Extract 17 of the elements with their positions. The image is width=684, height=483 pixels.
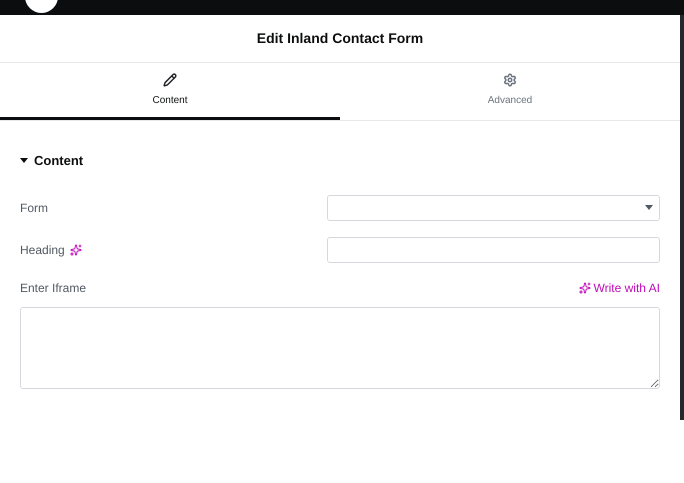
form-select[interactable] xyxy=(327,194,660,220)
settings-icon xyxy=(503,72,517,86)
sparkle-icon xyxy=(578,282,591,294)
pencil-icon xyxy=(163,72,177,86)
section-toggle[interactable]: Content xyxy=(20,151,84,170)
field-label: Form xyxy=(20,200,48,216)
caret-icon xyxy=(20,158,28,164)
tab[interactable]: Content xyxy=(0,63,340,120)
panel-title: Edit Inland Contact Form xyxy=(256,29,424,48)
dropdown-caret-icon xyxy=(645,205,653,210)
iframe-textarea[interactable] xyxy=(20,306,660,388)
sparkle-icon[interactable] xyxy=(70,244,82,256)
heading-input[interactable] xyxy=(327,236,660,262)
tab[interactable]: Advanced xyxy=(340,63,680,120)
write-with-ai-link[interactable]: Write with AI xyxy=(578,278,660,296)
field-label: Enter Iframe xyxy=(20,280,86,296)
field-label: Heading xyxy=(20,242,65,258)
